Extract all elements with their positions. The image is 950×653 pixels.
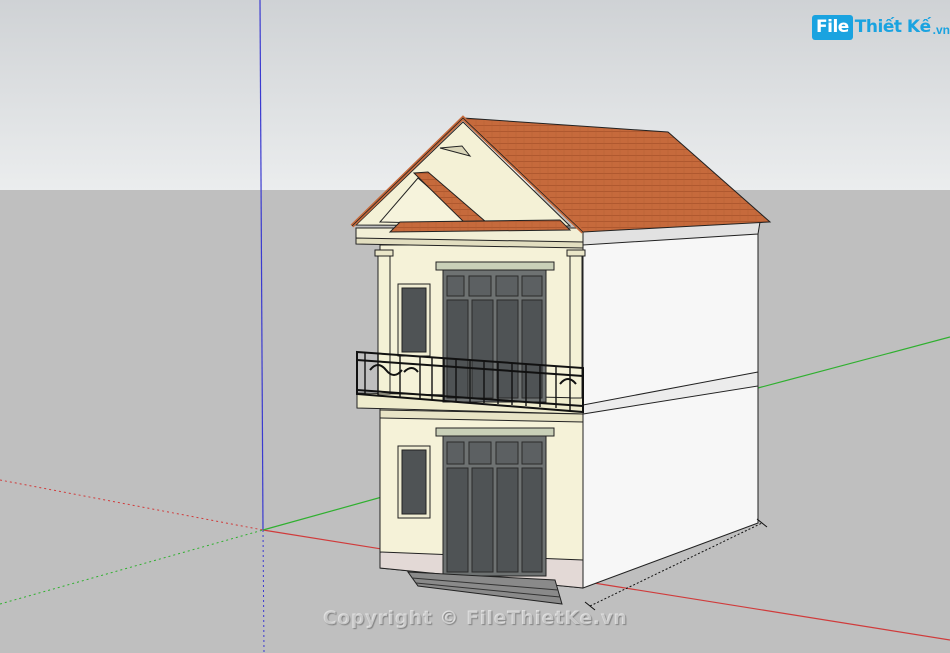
- logo-badge: File: [812, 14, 853, 40]
- logo-name: Thiết Kế: [854, 17, 931, 37]
- house-model[interactable]: [350, 115, 772, 605]
- sketchup-viewport[interactable]: [0, 0, 950, 653]
- filethietke-logo: File Thiết Kế .vn: [812, 12, 950, 42]
- logo-domain: .vn: [932, 22, 950, 37]
- copyright-watermark: Copyright © FileThietKe.vn: [322, 607, 628, 629]
